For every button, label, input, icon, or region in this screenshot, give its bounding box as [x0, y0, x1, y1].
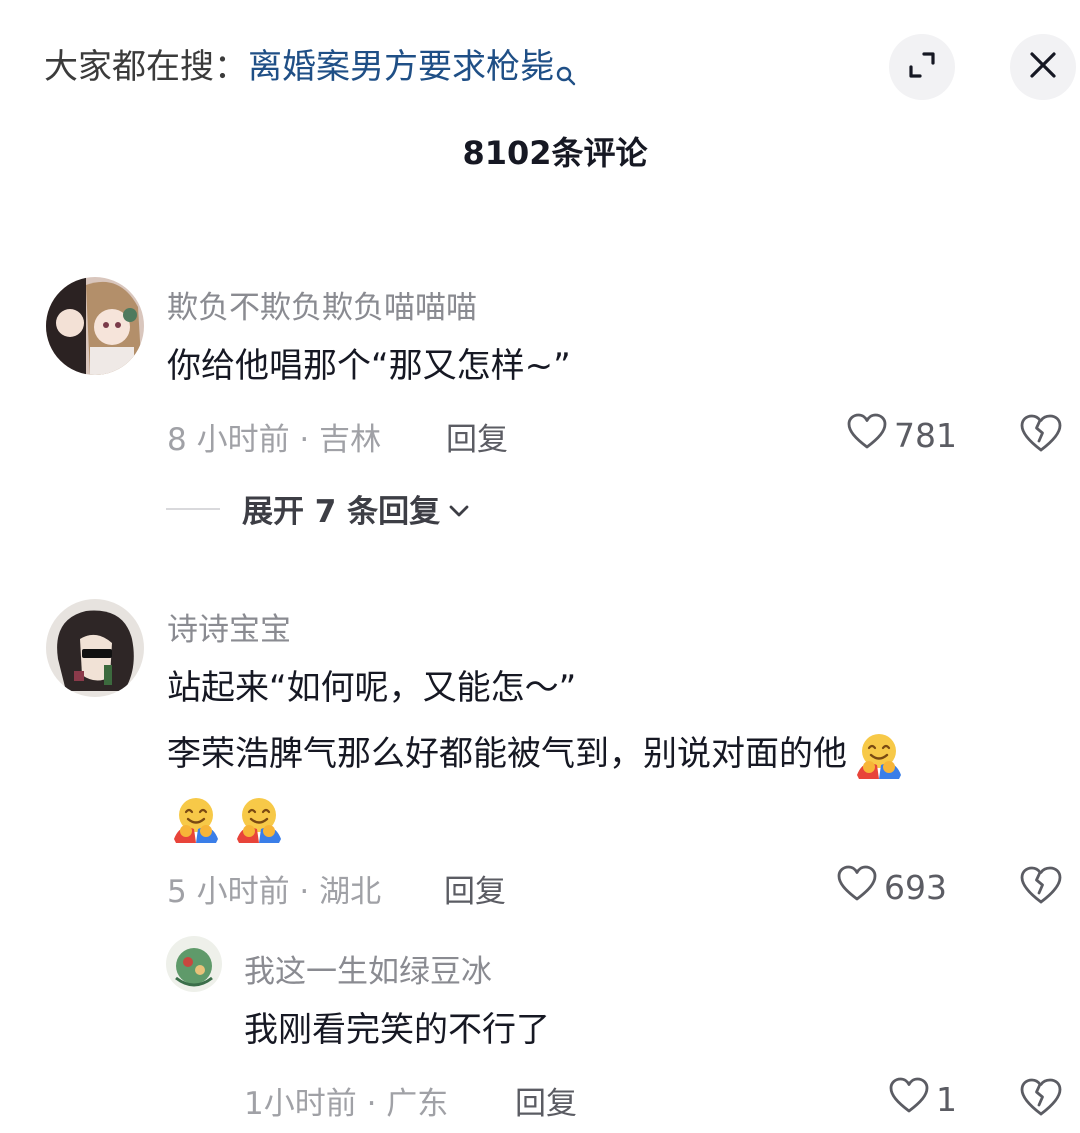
reply-button[interactable]: 回复: [444, 866, 506, 911]
expand-button[interactable]: [889, 34, 955, 100]
like-count: 693: [884, 867, 947, 907]
heart-icon: [888, 1076, 936, 1122]
comment-time-location: 8 小时前 · 吉林: [167, 422, 382, 458]
comment-text: 站起来“如何呢，又能怎～”: [167, 668, 577, 708]
reply-text: 我刚看完笑的不行了: [244, 1010, 550, 1050]
heart-icon: [836, 864, 884, 910]
comment-text: 你给他唱那个“那又怎样~”: [167, 346, 571, 386]
chevron-down-icon: [448, 491, 470, 527]
comment-count: 8102条评论: [462, 134, 648, 172]
comment-username[interactable]: 欺负不欺负欺负喵喵喵: [167, 282, 477, 327]
like-button[interactable]: 1: [888, 1076, 957, 1122]
like-button[interactable]: 781: [846, 412, 957, 458]
close-icon: [1028, 50, 1058, 84]
dislike-button[interactable]: [1019, 865, 1063, 909]
comment-time-location: 5 小时前 · 湖北: [167, 874, 382, 910]
hugging-face-emoji: [170, 795, 222, 845]
reply-time-location: 1小时前 · 广东: [244, 1086, 449, 1122]
expand-replies-button[interactable]: 展开 7 条回复: [166, 486, 470, 531]
hugging-face-emoji: [233, 795, 285, 845]
dislike-button[interactable]: [1019, 1077, 1063, 1121]
like-count: 1: [936, 1079, 957, 1119]
search-suggestion-query[interactable]: 离婚案男方要求枪毙: [248, 47, 554, 87]
broken-heart-icon: [1019, 414, 1063, 457]
emoji-row: [170, 795, 285, 845]
reply-button[interactable]: 回复: [515, 1078, 577, 1123]
like-button[interactable]: 693: [836, 864, 947, 910]
reply-button[interactable]: 回复: [446, 414, 508, 459]
close-button[interactable]: [1010, 34, 1076, 100]
search-suggestion-prefix: 大家都在搜：: [44, 47, 248, 87]
search-icon: [556, 48, 576, 102]
broken-heart-icon: [1019, 866, 1063, 909]
like-count: 781: [894, 415, 957, 455]
broken-heart-icon: [1019, 1078, 1063, 1121]
avatar[interactable]: [166, 936, 222, 992]
comment-text: 李荣浩脾气那么好都能被气到，别说对面的他: [167, 730, 905, 781]
hugging-face-emoji: [853, 731, 905, 781]
expand-replies-label: 展开 7 条回复: [242, 494, 441, 530]
search-suggestion[interactable]: 大家都在搜：离婚案男方要求枪毙: [44, 40, 576, 102]
comment-text-line: 李荣浩脾气那么好都能被气到，别说对面的他: [167, 734, 847, 774]
avatar[interactable]: [46, 599, 144, 697]
reply-username[interactable]: 我这一生如绿豆冰: [244, 946, 492, 991]
heart-icon: [846, 412, 894, 458]
comment-username[interactable]: 诗诗宝宝: [167, 604, 291, 649]
dislike-button[interactable]: [1019, 413, 1063, 457]
expand-icon: [905, 48, 939, 86]
avatar[interactable]: [46, 277, 144, 375]
divider: [166, 507, 220, 510]
